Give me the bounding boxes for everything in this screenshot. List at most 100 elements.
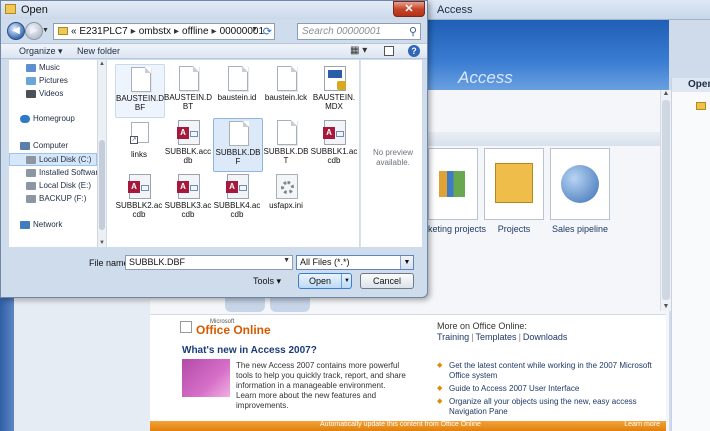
nav-item-pictures[interactable]: Pictures [9,75,97,88]
link-templates[interactable]: Templates [476,332,517,342]
auto-update-text[interactable]: Automatically update this content from O… [320,421,481,428]
index-graphic [328,70,342,78]
nav-item-label: Local Disk (C:) [39,155,92,164]
file-item[interactable]: A SUBBLK2.accdb [115,172,165,226]
database-index-icon [324,66,346,91]
change-view-icon[interactable]: ▦ ▾ [350,45,367,56]
scroll-thumb[interactable] [662,100,670,300]
chevron-down-icon[interactable]: ▼ [400,256,413,269]
nav-item-local-disk-e[interactable]: Local Disk (E:) [9,180,97,193]
scroll-thumb[interactable] [99,140,105,230]
no-preview-text: No preview available. [372,148,413,167]
file-item[interactable]: A SUBBLK.accdb [164,118,214,172]
command-bar: Organize ▾ New folder ▦ ▾ ? [1,43,427,59]
open-button[interactable]: Open ▼ [298,273,352,289]
organize-button[interactable]: Organize ▾ [19,46,63,57]
search-placeholder: Search 00000001 [302,26,381,37]
file-name: BAUSTEIN.MDX [312,93,356,111]
nav-item-computer[interactable]: Computer [9,140,97,153]
file-type-select[interactable]: All Files (*.*) ▼ [296,255,414,270]
scroll-down-icon[interactable]: ▼ [99,240,105,246]
access-key [190,131,198,137]
nav-item-videos[interactable]: Videos [9,88,97,101]
file-item[interactable]: BAUSTEIN.MDX [310,64,360,118]
folder-icon[interactable] [696,102,706,110]
template-caption-sales: Sales pipeline [551,224,609,234]
recent-panel: Open [671,78,710,431]
dialog-titlebar[interactable]: Open ✕ [1,1,427,19]
access-logo: A [226,181,238,193]
access-logo: A [128,181,140,193]
template-thumb-marketing[interactable] [428,148,478,220]
chevron-down-icon[interactable]: ▼ [283,257,290,264]
address-bar[interactable]: « E231PLC7 ▸ ombstx ▸ offline ▸ 00000001 ▼ ⟳ [53,23,275,40]
shortcut-arrow-icon: ↗ [130,136,138,144]
search-input[interactable]: Search 00000001 ⚲ [297,23,421,40]
open-split-chevron-icon[interactable]: ▼ [341,274,352,288]
back-arrow-icon[interactable]: ◀ [7,22,25,40]
forward-arrow-icon[interactable]: ▶ [25,22,43,40]
help-icon[interactable]: ? [408,45,420,57]
recent-locations-chevron-icon[interactable]: ▼ [42,27,49,34]
nav-item-installed-software[interactable]: Installed Software [9,167,103,180]
file-item[interactable]: baustein.id [213,64,263,118]
office-online-links: Training | Templates | Downloads [437,332,567,342]
address-segment[interactable]: E231PLC7 [79,26,127,37]
cancel-button[interactable]: Cancel [360,273,414,289]
file-item-selected[interactable]: SUBBLK.DBF [213,118,263,172]
bullet-link[interactable]: Get the latest content while working in … [437,361,652,381]
chart-icon [439,171,465,197]
file-item[interactable]: A SUBBLK3.accdb [164,172,214,226]
refresh-icon[interactable]: ⟳ [263,25,272,38]
scroll-up-icon[interactable]: ▲ [662,90,670,98]
address-segment[interactable]: ombstx [139,26,171,37]
link-training[interactable]: Training [437,332,469,342]
scroll-down-icon[interactable]: ▼ [662,303,670,311]
nav-item-local-disk-c[interactable]: Local Disk (C:) [9,153,97,166]
scroll-up-icon[interactable]: ▲ [99,61,105,67]
file-item[interactable]: BAUSTEIN.DBT [164,64,214,118]
access-scrollbar[interactable]: ▲ ▼ [660,90,671,311]
folder-icon [5,4,16,14]
file-item[interactable]: usfapx.ini [262,172,312,226]
search-icon[interactable]: ⚲ [409,25,417,38]
template-caption-projects: Projects [497,224,531,234]
template-sales-pipeline[interactable]: Sales pipeline [550,148,610,234]
file-item[interactable]: ↗ links [115,118,165,172]
nav-item-backup-f[interactable]: BACKUP (F:) [9,193,97,206]
address-segment[interactable]: offline [182,26,209,37]
template-projects[interactable]: Projects [484,148,544,234]
nav-item-label: Computer [33,141,69,150]
whats-new-title[interactable]: What's new in Access 2007? [182,345,317,356]
chevron-right-icon[interactable]: ▸ [174,26,179,37]
chevron-right-icon[interactable]: ▸ [212,26,217,37]
nav-item-music[interactable]: Music [9,62,97,75]
learn-more-link[interactable]: Learn more [624,421,660,428]
nav-item-homegroup[interactable]: Homegroup [9,113,97,126]
link-downloads[interactable]: Downloads [523,332,568,342]
file-item[interactable]: A SUBBLK1.accdb [310,118,360,172]
close-button[interactable]: ✕ [393,1,425,17]
file-item[interactable]: baustein.lck [262,64,312,118]
network-icon [20,221,30,229]
preview-pane-icon[interactable] [384,46,394,56]
open-dialog: Open ✕ ◀ ▶ ▼ « E231PLC7 ▸ ombstx ▸ offline ▸ 0… [0,0,428,298]
chevron-right-icon[interactable]: ▸ [131,26,136,37]
nav-item-network[interactable]: Network [9,219,97,232]
address-dropdown-icon[interactable]: ▼ [251,26,258,33]
access-key [190,185,198,191]
file-name: SUBBLK.DBF [215,148,261,166]
file-item[interactable]: BAUSTEIN.DBF [115,64,165,118]
bullet-link[interactable]: Guide to Access 2007 User Interface [437,384,652,394]
template-thumb-projects [484,148,544,220]
file-name: SUBBLK.DBT [263,147,309,165]
file-name-value: SUBBLK.DBF [129,257,186,267]
new-folder-button[interactable]: New folder [77,46,120,56]
tools-menu-button[interactable]: Tools ▾ [253,276,281,287]
file-item[interactable]: A SUBBLK4.accdb [213,172,263,226]
bullet-link[interactable]: Organize all your objects using the new,… [437,397,652,417]
file-item[interactable]: SUBBLK.DBT [262,118,312,172]
link-separator: | [471,332,474,342]
nav-pane-scrollbar[interactable]: ▲ ▼ [97,60,106,247]
file-name-input[interactable]: SUBBLK.DBF ▼ [125,255,293,270]
